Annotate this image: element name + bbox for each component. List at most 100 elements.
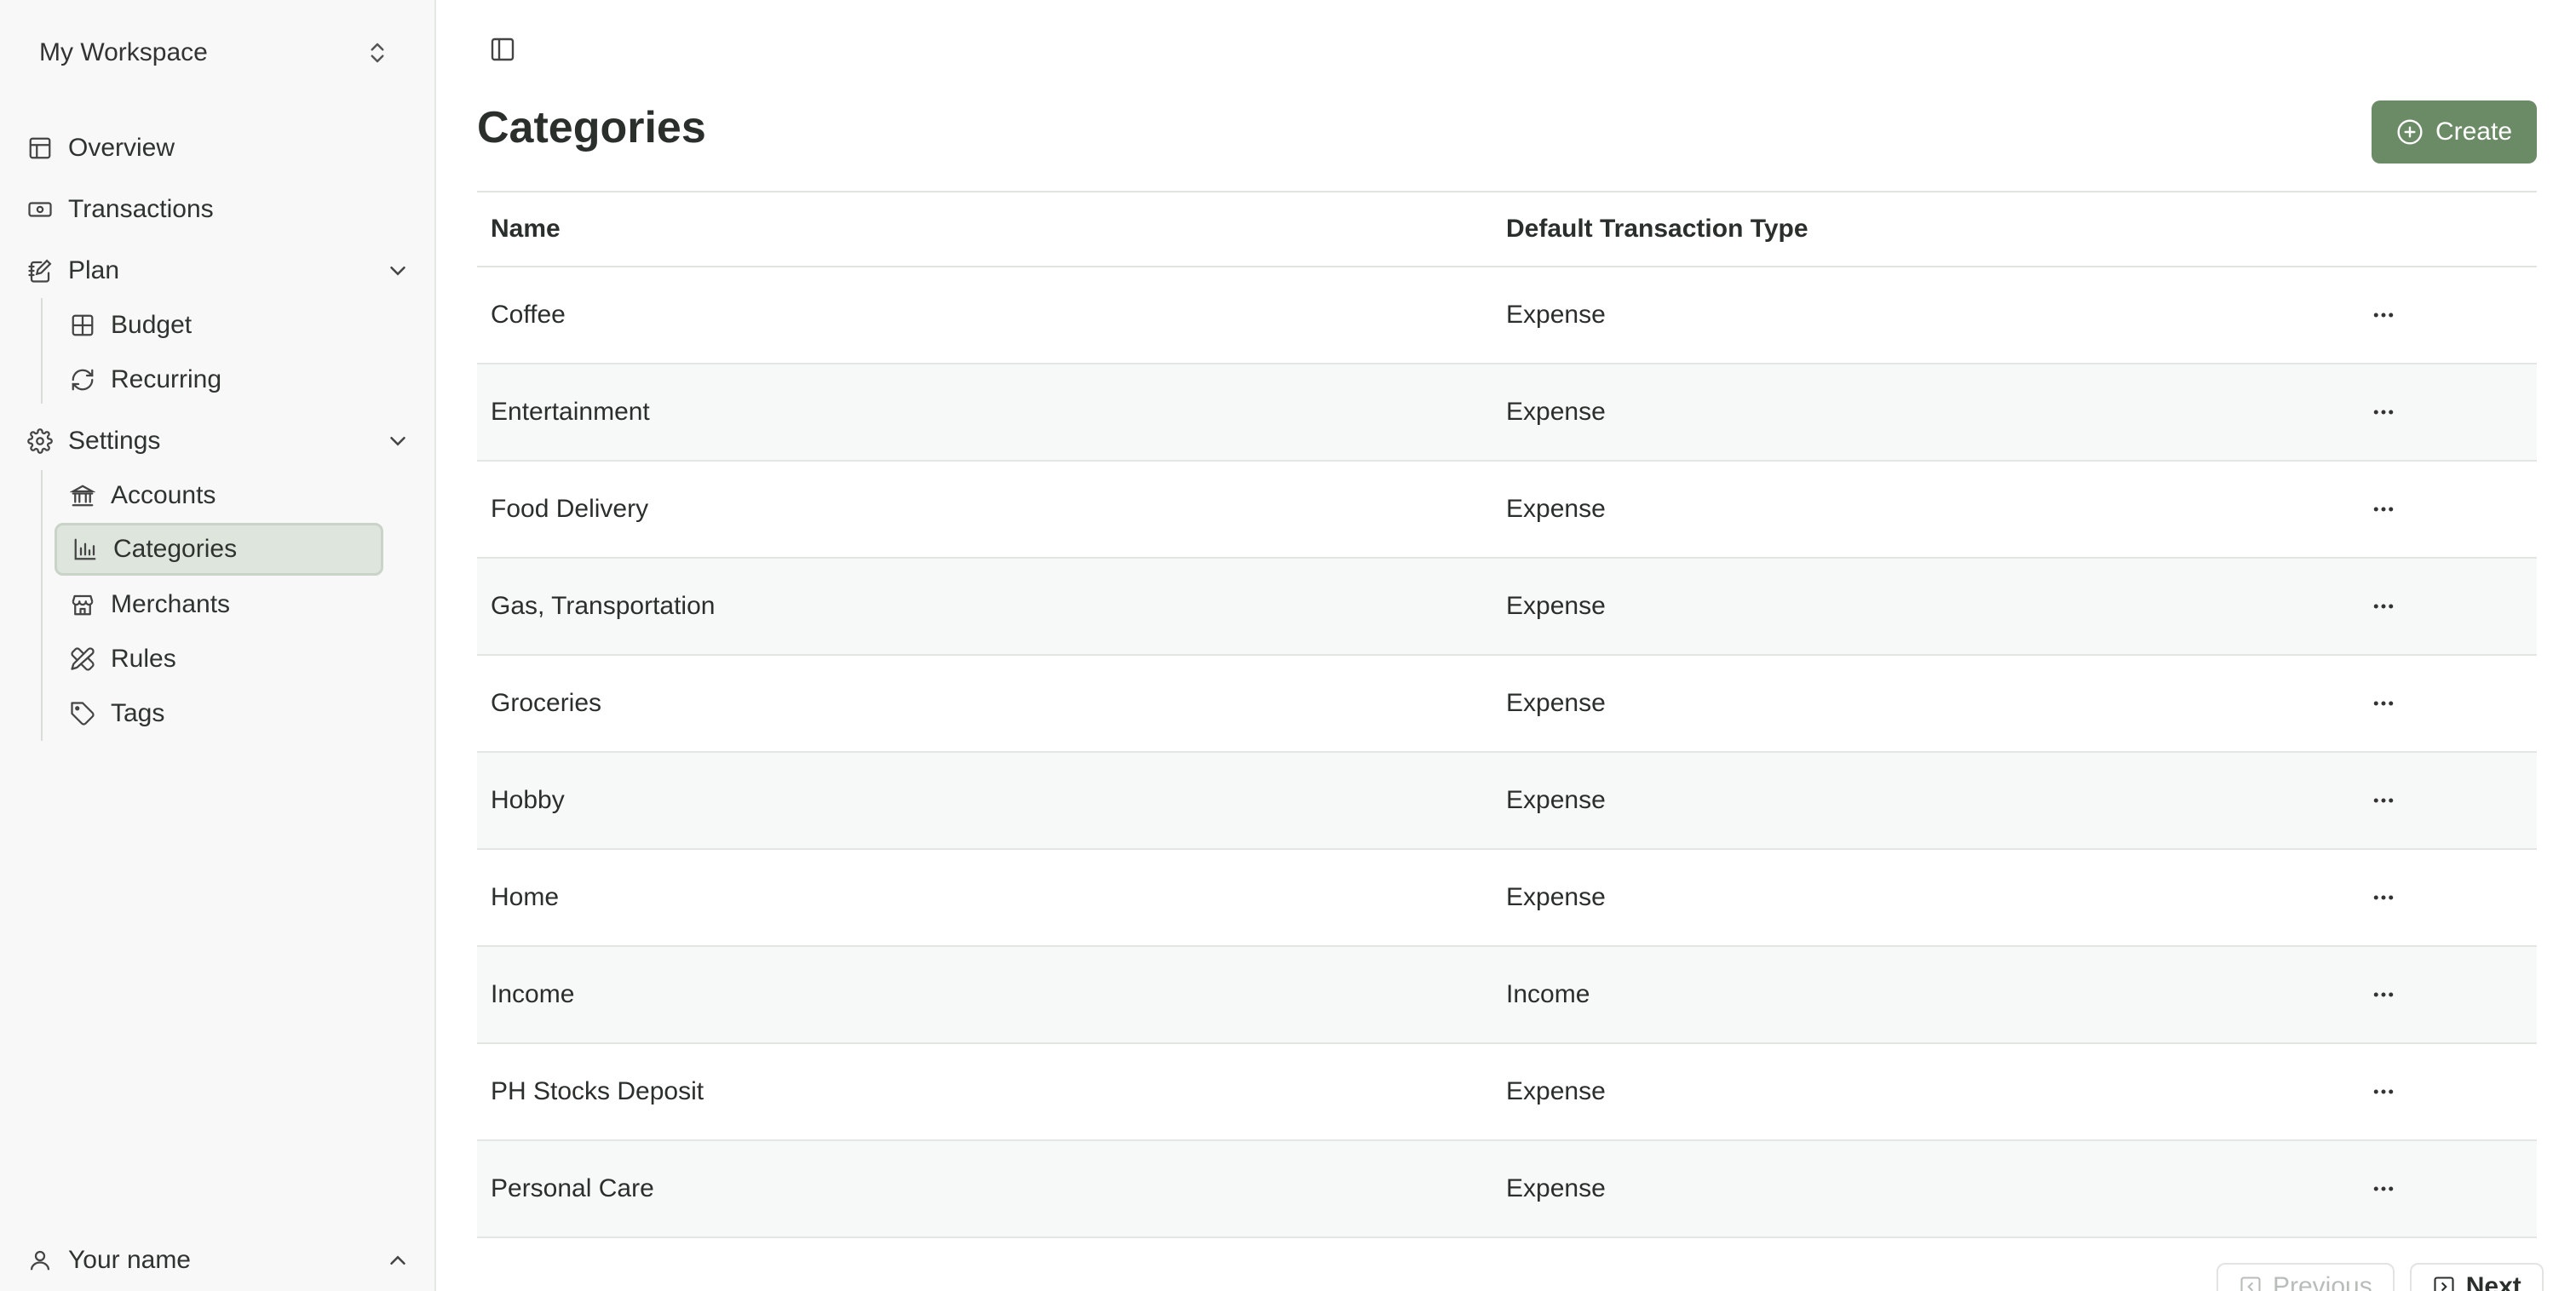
row-actions-button[interactable] <box>2358 399 2409 425</box>
table-row[interactable]: Personal Care Expense <box>477 1141 2537 1238</box>
bar-chart-icon <box>71 535 100 564</box>
row-actions-button[interactable] <box>2358 691 2409 716</box>
grid-icon <box>68 311 97 340</box>
sidebar-item-plan[interactable]: Plan <box>26 247 411 295</box>
create-button[interactable]: Create <box>2372 100 2537 164</box>
tree-line <box>41 298 43 404</box>
row-actions-button[interactable] <box>2358 1176 2409 1202</box>
table-row[interactable]: Gas, Transportation Expense <box>477 559 2537 656</box>
sidebar-toggle-button[interactable] <box>486 32 520 66</box>
more-horizontal-icon <box>2373 1186 2394 1191</box>
category-name: Groceries <box>491 689 602 717</box>
sidebar-item-label: Transactions <box>68 195 214 223</box>
chevron-up-icon <box>390 1255 405 1265</box>
next-button[interactable]: Next <box>2409 1263 2544 1291</box>
row-actions-button[interactable] <box>2358 302 2409 328</box>
table-row[interactable]: Entertainment Expense <box>477 364 2537 462</box>
sidebar-item-transactions[interactable]: Transactions <box>26 186 411 233</box>
sidebar-item-categories[interactable]: Categories <box>55 523 383 576</box>
store-icon <box>68 590 97 619</box>
create-label: Create <box>2435 118 2513 146</box>
layout-icon <box>26 134 55 163</box>
banknote-icon <box>26 195 55 224</box>
next-icon <box>2434 1277 2454 1291</box>
sidebar: My Workspace Overview Transactions Plan <box>0 0 436 1291</box>
row-actions-button[interactable] <box>2358 1079 2409 1105</box>
sidebar-item-settings[interactable]: Settings <box>26 417 411 465</box>
table-row[interactable]: Hobby Expense <box>477 753 2537 850</box>
tree-line <box>41 470 43 741</box>
refresh-icon <box>68 365 97 394</box>
table-row[interactable]: Income Income <box>477 947 2537 1044</box>
transaction-type: Expense <box>1506 398 1606 426</box>
row-actions-button[interactable] <box>2358 788 2409 813</box>
transaction-type: Expense <box>1506 786 1606 814</box>
chevron-up-down-icon <box>371 43 384 63</box>
more-horizontal-icon <box>2373 798 2394 803</box>
sidebar-item-accounts[interactable]: Accounts <box>68 472 383 519</box>
row-actions-button[interactable] <box>2358 982 2409 1007</box>
panel-left-icon <box>491 37 515 61</box>
more-horizontal-icon <box>2373 604 2394 609</box>
more-horizontal-icon <box>2373 313 2394 318</box>
user-name: Your name <box>68 1246 191 1274</box>
user-icon <box>26 1246 55 1275</box>
more-horizontal-icon <box>2373 701 2394 706</box>
previous-button[interactable]: Previous <box>2217 1263 2395 1291</box>
table-row[interactable]: Coffee Expense <box>477 267 2537 364</box>
category-name: Home <box>491 883 560 911</box>
main-content: Categories Create Name Default Transacti… <box>438 0 2576 1291</box>
sidebar-item-merchants[interactable]: Merchants <box>68 581 383 628</box>
transaction-type: Expense <box>1506 883 1606 911</box>
page-title: Categories <box>477 103 706 152</box>
category-name: Income <box>491 980 575 1008</box>
more-horizontal-icon <box>2373 507 2394 512</box>
sidebar-item-tags[interactable]: Tags <box>68 690 383 737</box>
row-actions-button[interactable] <box>2358 496 2409 522</box>
previous-label: Previous <box>2273 1272 2372 1291</box>
gear-icon <box>26 427 55 456</box>
chevron-down-icon <box>390 437 405 446</box>
more-horizontal-icon <box>2373 410 2394 415</box>
plus-circle-icon <box>2397 119 2423 145</box>
transaction-type: Expense <box>1506 495 1606 523</box>
sidebar-item-budget[interactable]: Budget <box>68 301 383 349</box>
table-row[interactable]: Food Delivery Expense <box>477 462 2537 559</box>
sidebar-item-recurring[interactable]: Recurring <box>68 356 383 404</box>
table-body: Coffee Expense Entertainment Expense Food De… <box>477 267 2537 1238</box>
notebook-pen-icon <box>26 256 55 285</box>
workspace-name: My Workspace <box>39 38 208 66</box>
workspace-switcher[interactable]: My Workspace <box>22 29 407 77</box>
bank-icon <box>68 481 97 510</box>
row-actions-button[interactable] <box>2358 885 2409 910</box>
transaction-type: Income <box>1506 980 1590 1008</box>
table-row[interactable]: PH Stocks Deposit Expense <box>477 1044 2537 1141</box>
more-horizontal-icon <box>2373 895 2394 900</box>
user-menu[interactable]: Your name <box>26 1236 411 1284</box>
table-header: Name Default Transaction Type <box>477 191 2537 267</box>
pencil-ruler-icon <box>68 645 97 674</box>
more-horizontal-icon <box>2373 1089 2394 1094</box>
category-name: PH Stocks Deposit <box>491 1077 704 1105</box>
sidebar-item-label: Settings <box>68 427 161 455</box>
transaction-type: Expense <box>1506 592 1606 620</box>
category-name: Entertainment <box>491 398 650 426</box>
category-name: Coffee <box>491 301 566 329</box>
sidebar-item-rules[interactable]: Rules <box>68 635 383 683</box>
sidebar-item-label: Rules <box>111 645 176 673</box>
sidebar-item-label: Plan <box>68 256 120 284</box>
transaction-type: Expense <box>1506 301 1606 329</box>
category-name: Hobby <box>491 786 565 814</box>
next-label: Next <box>2465 1272 2521 1291</box>
category-name: Gas, Transportation <box>491 592 716 620</box>
sidebar-item-label: Recurring <box>111 365 222 393</box>
previous-icon <box>2240 1277 2261 1291</box>
categories-table: Name Default Transaction Type Coffee Expe… <box>477 191 2537 1238</box>
row-actions-button[interactable] <box>2358 594 2409 619</box>
sidebar-item-label: Tags <box>111 699 165 727</box>
category-name: Personal Care <box>491 1174 654 1202</box>
table-row[interactable]: Home Expense <box>477 850 2537 947</box>
table-row[interactable]: Groceries Expense <box>477 656 2537 753</box>
sidebar-item-overview[interactable]: Overview <box>26 124 411 172</box>
chevron-down-icon <box>390 267 405 276</box>
